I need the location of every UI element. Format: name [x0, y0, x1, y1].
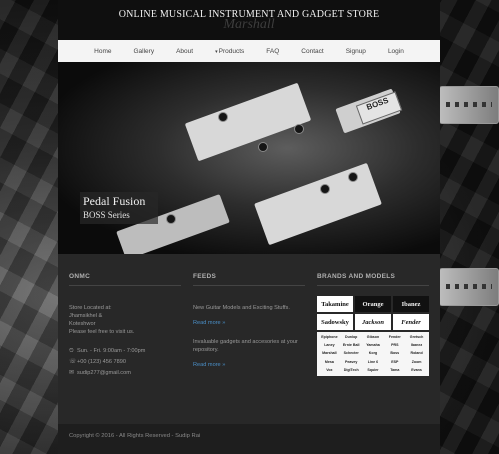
- small-brand-logo: Ibanez: [410, 343, 423, 348]
- phone-icon: ☏: [69, 359, 77, 365]
- small-brand-logo: Laney: [324, 343, 335, 348]
- small-brand-logo: Line 6: [367, 359, 379, 364]
- footer-col-onmc: ONMC Store Located at: Jhamsikhel & Kote…: [69, 273, 181, 377]
- brand-collage: Epiphone Dunlop Gibson Fender Gretsch Laney Er…: [317, 332, 429, 376]
- nav-signup[interactable]: Signup: [335, 48, 377, 55]
- feed-text-line2: repository.: [193, 347, 219, 353]
- small-brand-logo: Zoom: [411, 359, 422, 364]
- small-brand-logo: Mesa: [324, 359, 334, 364]
- guitar-headstock-decoration: [439, 86, 499, 124]
- divider: [193, 285, 305, 286]
- divider: [317, 285, 429, 286]
- knob: [320, 184, 330, 194]
- nav-login[interactable]: Login: [377, 48, 415, 55]
- divider: [69, 285, 181, 286]
- small-brand-logo: Boss: [390, 351, 400, 356]
- footer: ONMC Store Located at: Jhamsikhel & Kote…: [58, 254, 440, 424]
- small-brand-logo: Gretsch: [409, 335, 424, 339]
- nav-products-label: Products: [218, 47, 245, 55]
- nav-faq[interactable]: FAQ: [255, 48, 290, 55]
- knob: [348, 172, 358, 182]
- small-brand-logo: Schecter: [343, 351, 359, 356]
- site-title: ONLINE MUSICAL INSTRUMENT AND GADGET STO…: [118, 9, 380, 20]
- onmc-heading: ONMC: [69, 273, 91, 280]
- small-brand-logo: Fender: [388, 335, 401, 339]
- mail-icon: ✉: [69, 370, 75, 376]
- main-nav: Home Gallery About ▾Products FAQ Contact…: [58, 40, 440, 63]
- brand-logo-sadowsky[interactable]: Sadowsky: [317, 314, 353, 330]
- footer-col-brands: BRANDS AND MODELS Takamine Orange Ibanez…: [317, 273, 429, 376]
- knob: [218, 112, 228, 122]
- read-more-link[interactable]: Read more »: [193, 320, 305, 326]
- small-brand-logo: Vox: [326, 367, 333, 372]
- email-address[interactable]: sudip277@gmail.com: [77, 370, 131, 376]
- small-brand-logo: PRS: [391, 343, 399, 348]
- small-brand-logo: Yamaha: [366, 343, 380, 348]
- knob: [166, 214, 176, 224]
- small-brand-logo: Tama: [390, 367, 400, 372]
- small-brand-logo: Korg: [368, 351, 378, 356]
- pedal-shape: [184, 82, 312, 162]
- copyright-bar: Copyright © 2016 - All Rights Reserved -…: [58, 424, 440, 454]
- small-brand-logo: DigiTech: [343, 367, 359, 372]
- small-brand-logo: Marshall: [322, 351, 337, 356]
- footer-col-feeds: FEEDS New Guitar Models and Exciting Stu…: [193, 273, 305, 368]
- dropdown-caret-icon: ▾: [215, 48, 218, 55]
- brand-logo-jackson[interactable]: Jackson: [355, 314, 391, 330]
- address-line: Please feel free to visit us.: [69, 329, 135, 335]
- hero-slider: BOSS Pedal Fusion BOSS Series: [58, 62, 440, 254]
- knob: [258, 142, 268, 152]
- nav-contact[interactable]: Contact: [290, 48, 334, 55]
- page-container: Marshall ONLINE MUSICAL INSTRUMENT AND G…: [58, 0, 440, 454]
- brands-heading: BRANDS AND MODELS: [317, 273, 396, 280]
- knob: [294, 124, 304, 134]
- address-line: Store Located at:: [69, 305, 112, 311]
- small-brand-logo: Roland: [410, 351, 423, 356]
- feed-text: New Guitar Models and Exciting Stuffs.: [193, 305, 290, 311]
- read-more-link[interactable]: Read more »: [193, 362, 305, 368]
- small-brand-logo: Squier: [367, 367, 379, 372]
- small-brand-logo: Epiphone: [321, 335, 338, 339]
- brand-logo-ibanez[interactable]: Ibanez: [393, 296, 429, 312]
- feeds-heading: FEEDS: [193, 273, 217, 280]
- hero-caption: Pedal Fusion BOSS Series: [80, 192, 158, 224]
- guitar-headstock-decoration-lower: [439, 268, 499, 306]
- small-brand-logo: Peavey: [345, 359, 358, 364]
- small-brand-logo: ESP: [391, 359, 399, 364]
- brand-logo-takamine[interactable]: Takamine: [317, 296, 353, 312]
- nav-products[interactable]: ▾Products: [204, 48, 255, 55]
- address-line: Koteshwor: [69, 321, 96, 327]
- address-line: Jhamsikhel &: [69, 313, 103, 319]
- site-header: Marshall ONLINE MUSICAL INSTRUMENT AND G…: [58, 0, 440, 40]
- clock-icon: ⏲: [69, 348, 74, 354]
- nav-about[interactable]: About: [165, 48, 204, 55]
- nav-gallery[interactable]: Gallery: [123, 48, 166, 55]
- brand-logo-fender[interactable]: Fender: [393, 314, 429, 330]
- phone-number: +00 (123) 456 7890: [77, 359, 126, 365]
- pedal-shape: [254, 162, 382, 246]
- feed-text: Invaluable gadgets and accesories at you…: [193, 339, 298, 345]
- copyright-text: Copyright © 2016 - All Rights Reserved -…: [69, 433, 201, 439]
- small-brand-logo: Dunlop: [345, 335, 358, 339]
- brand-logo-orange[interactable]: Orange: [355, 296, 391, 312]
- hero-title: Pedal Fusion: [83, 194, 146, 208]
- small-brand-logo: Evans: [411, 367, 422, 372]
- small-brand-logo: Ernie Ball: [342, 343, 360, 348]
- small-brand-logo: Gibson: [366, 335, 380, 339]
- store-hours: Sun. - Fri. 9:00am - 7:00pm: [77, 348, 146, 354]
- hero-subtitle: BOSS Series: [83, 210, 130, 220]
- nav-home[interactable]: Home: [83, 48, 122, 55]
